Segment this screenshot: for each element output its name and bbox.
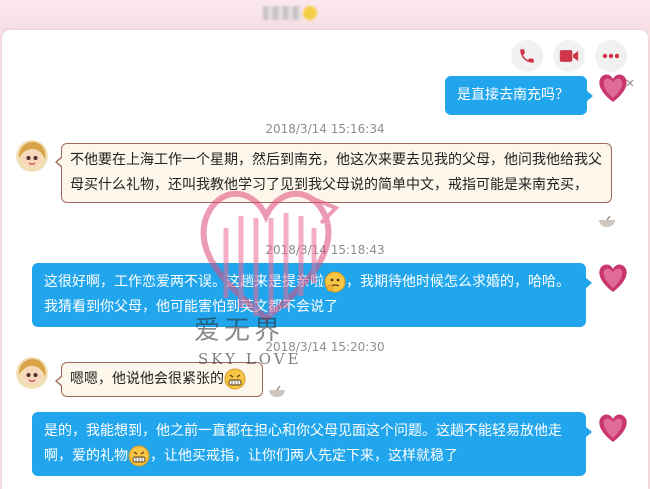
- contact-name-blurred: [263, 6, 301, 20]
- timestamp: 2018/3/14 15:20:30: [265, 340, 385, 354]
- message-bubble-outgoing[interactable]: 是直接去南充吗？: [445, 76, 593, 115]
- window-titlebar: [0, 0, 650, 30]
- grin-emoji-icon: [128, 445, 150, 467]
- avatar-image: [16, 357, 48, 389]
- contact-emoji-blurred: [303, 6, 317, 20]
- timestamp: 2018/3/14 15:18:43: [265, 243, 385, 257]
- more-dots-icon: [602, 53, 620, 59]
- self-avatar-heart[interactable]: [596, 260, 630, 294]
- message-text-part: 这很好啊，工作恋爱两不误。这趟来是提亲啦: [44, 274, 324, 290]
- video-call-button[interactable]: [553, 40, 585, 72]
- contact-avatar[interactable]: [16, 357, 48, 389]
- message-text: 嗯嗯，他说他会很紧张的: [70, 371, 224, 387]
- bowl-icon: [269, 386, 285, 397]
- message-text-part: ，让他买戒指，让你们两人先定下来，这样就稳了: [150, 448, 458, 464]
- thinking-emoji-icon: [324, 271, 346, 293]
- video-camera-icon: [559, 50, 579, 62]
- phone-icon: [520, 49, 534, 63]
- more-options-button[interactable]: [595, 40, 627, 72]
- timestamp: 2018/3/14 15:16:34: [265, 122, 385, 136]
- message-bubble-outgoing[interactable]: 是的，我能想到，他之前一直都在担心和你父母见面这个问题。这趟不能轻易放他走啊，爱…: [32, 412, 592, 476]
- close-icon[interactable]: [625, 78, 635, 88]
- grin-emoji-icon: [224, 368, 246, 390]
- message-bubble-incoming[interactable]: 不他要在上海工作一个星期，然后到南充，他这次来要去见我的父母，他问我他给我父母买…: [55, 143, 612, 203]
- self-avatar-heart[interactable]: [596, 410, 630, 444]
- message-text: 是直接去南充吗？: [457, 87, 569, 103]
- avatar-image: [16, 140, 48, 172]
- phone-call-button[interactable]: [511, 40, 543, 72]
- watermark-text-english: SKY LOVE: [198, 350, 302, 368]
- watermark-text-chinese: 爱无界: [194, 316, 285, 346]
- message-text: 不他要在上海工作一个星期，然后到南充，他这次来要去见我的父母，他问我他给我父母买…: [70, 152, 602, 193]
- bowl-icon: [599, 216, 615, 227]
- contact-avatar[interactable]: [16, 140, 48, 172]
- message-bubble-outgoing[interactable]: 这很好啊，工作恋爱两不误。这趟来是提亲啦 ，我期待他时候怎么求婚的，哈哈。我猜看…: [32, 263, 592, 327]
